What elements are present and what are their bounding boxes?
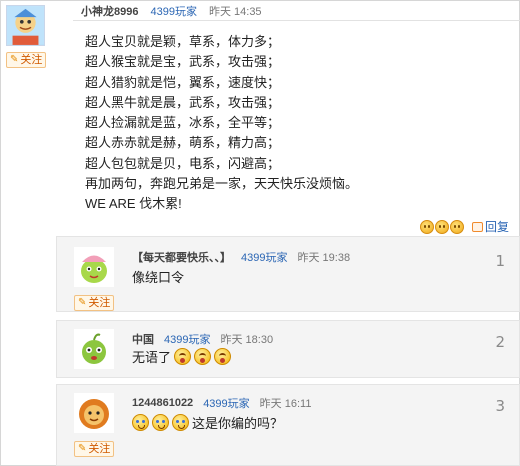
main-post: ✎ 关注 小神龙8996 4399玩家 昨天 14:35 超人宝贝就是颖，草系，… [0,0,520,236]
post-line: 超人黑牛就是晨，武系，攻击强； [85,94,281,110]
reply-time: 昨天 18:30 [220,334,274,346]
post-line: 超人赤赤就是赫，萌系，精力高； [85,135,281,151]
post-content: 超人宝贝就是颖，草系，体力多； 超人猴宝就是宝，武系，攻击强； 超人猎豹就是恺，… [85,32,505,215]
crying-emoji-icon [132,414,149,431]
follow-button[interactable]: ✎ 关注 [74,441,114,457]
pencil-icon: ✎ [78,443,87,454]
post-line: 再加两句，奔跑兄弟是一家，天天快乐没烦恼。 [85,176,359,192]
post-time: 昨天 14:35 [208,6,262,18]
post-actions: 回复 [420,218,509,235]
reply-item: ✎ 关注 【每天都要快乐、、】 4399玩家 昨天 19:38 像绕口令 1 [56,236,520,312]
reply-text: 像绕口令 [132,270,185,285]
username[interactable]: 中国 [132,331,154,347]
smiley-face-icon[interactable] [420,219,434,234]
site-tag-link[interactable]: 4399玩家 [203,395,249,411]
floor-number: 3 [495,397,505,415]
follow-label: 关注 [88,443,111,455]
reply-text: 无语了 [132,350,172,365]
crying-emoji-icon [152,414,169,431]
avatar[interactable] [74,329,114,369]
post-header: 小神龙8996 4399玩家 昨天 14:35 [73,2,520,21]
reply-icon [472,221,483,232]
reply-content: 像绕口令 [132,267,184,286]
site-tag-link[interactable]: 4399玩家 [241,249,287,265]
reply-header: 中国 4399玩家 昨天 18:30 [132,331,273,347]
post-line: WE ARE 伐木累! [85,196,182,212]
username[interactable]: 【每天都要快乐、、】 [132,249,231,265]
follow-label: 关注 [20,54,43,66]
smiley-face-icon[interactable] [450,219,464,234]
site-tag-link[interactable]: 4399玩家 [150,3,196,19]
reply-content: 这是你编的吗？ [132,413,283,432]
avatar[interactable] [74,247,114,287]
reply-label: 回复 [485,220,510,234]
post-line: 超人猎豹就是恺，翼系，速度快； [85,74,281,90]
username[interactable]: 1244861022 [132,397,193,409]
reply-header: 1244861022 4399玩家 昨天 16:11 [132,395,311,411]
floor-number: 2 [495,333,505,351]
post-line: 超人包包就是贝，电系，闪避高； [85,155,281,171]
reply-item: 中国 4399玩家 昨天 18:30 无语了 2 [56,320,520,378]
post-line: 超人宝贝就是颖，草系，体力多； [85,34,281,49]
follow-label: 关注 [88,297,111,309]
pencil-icon: ✎ [10,54,19,65]
reply-time: 昨天 16:11 [259,398,312,410]
smiley-face-icon[interactable] [435,219,449,234]
reply-text: 这是你编的吗？ [192,416,284,431]
rating-faces[interactable] [420,219,464,234]
floor-number: 1 [495,252,505,270]
follow-button[interactable]: ✎ 关注 [74,295,114,311]
crying-emoji-icon [172,414,189,431]
post-line: 超人猴宝就是宝，武系，攻击强； [85,54,281,70]
pencil-icon: ✎ [78,297,87,308]
username[interactable]: 小神龙8996 [81,3,138,19]
follow-button[interactable]: ✎ 关注 [6,52,46,68]
avatar[interactable] [74,393,114,433]
reply-content: 无语了 [132,347,232,366]
post-line: 超人捡漏就是蓝，冰系，全平等； [85,115,281,131]
reply-item: ✎ 关注 1244861022 4399玩家 昨天 16:11 这是你编的吗？ … [56,384,520,466]
shocked-emoji-icon [174,348,192,365]
shocked-emoji-icon [194,348,212,365]
reply-button[interactable]: 回复 [472,218,509,235]
reply-time: 昨天 19:38 [297,252,351,264]
shocked-emoji-icon [214,348,232,365]
reply-header: 【每天都要快乐、、】 4399玩家 昨天 19:38 [132,249,350,265]
site-tag-link[interactable]: 4399玩家 [164,331,210,347]
avatar[interactable] [6,5,45,46]
